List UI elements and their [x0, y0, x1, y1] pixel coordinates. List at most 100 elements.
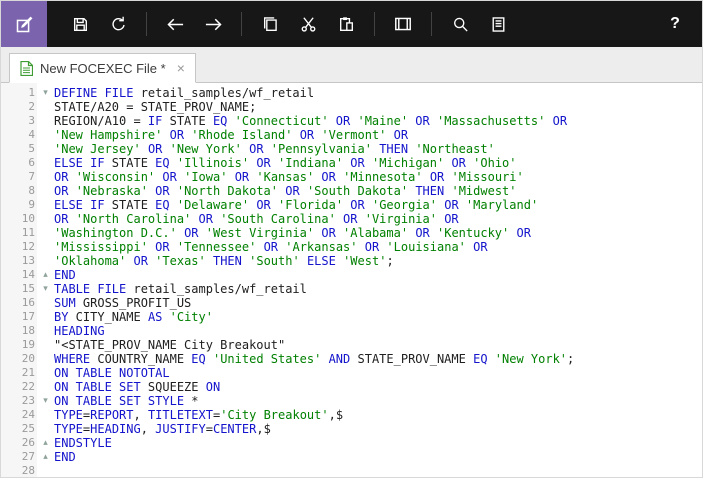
code-text: 'Mississippi' OR 'Tennessee' OR 'Arkansa… [54, 240, 702, 254]
code-line[interactable]: 26▴ENDSTYLE [1, 436, 702, 450]
code-line[interactable]: 20WHERE COUNTRY_NAME EQ 'United States' … [1, 352, 702, 366]
paste-button[interactable] [327, 1, 365, 47]
code-line[interactable]: 24TYPE=REPORT, TITLETEXT='City Breakout'… [1, 408, 702, 422]
fold-marker[interactable]: ▾ [37, 86, 54, 100]
tab-new-focexec-file[interactable]: New FOCEXEC File * × [9, 53, 196, 83]
search-button[interactable] [441, 1, 479, 47]
fold-marker-empty [37, 240, 54, 254]
fold-marker[interactable]: ▴ [37, 450, 54, 464]
code-line[interactable]: 8OR 'Nebraska' OR 'North Dakota' OR 'Sou… [1, 184, 702, 198]
code-line[interactable]: 11 'Washington D.C.' OR 'West Virginia' O… [1, 226, 702, 240]
line-number[interactable]: 19 [1, 338, 37, 352]
toolbar-separator [241, 12, 242, 36]
code-line[interactable]: 27▴END [1, 450, 702, 464]
line-number[interactable]: 23 [1, 394, 37, 408]
line-number[interactable]: 24 [1, 408, 37, 422]
code-line[interactable]: 25TYPE=HEADING, JUSTIFY=CENTER,$ [1, 422, 702, 436]
code-text: BY CITY_NAME AS 'City' [54, 310, 702, 324]
undo-button[interactable] [99, 1, 137, 47]
line-number[interactable]: 5 [1, 142, 37, 156]
code-line[interactable]: 6ELSE IF STATE EQ 'Illinois' OR 'Indiana… [1, 156, 702, 170]
line-number[interactable]: 20 [1, 352, 37, 366]
line-number[interactable]: 6 [1, 156, 37, 170]
code-line[interactable]: 18HEADING [1, 324, 702, 338]
code-line[interactable]: 4'New Hampshire' OR 'Rhode Island' OR 'V… [1, 128, 702, 142]
report-button[interactable] [479, 1, 517, 47]
line-number[interactable]: 10 [1, 212, 37, 226]
code-line[interactable]: 14▴END [1, 268, 702, 282]
line-number[interactable]: 7 [1, 170, 37, 184]
code-text: 'New Jersey' OR 'New York' OR 'Pennsylva… [54, 142, 702, 156]
fold-marker-empty [37, 226, 54, 240]
line-number[interactable]: 28 [1, 464, 37, 478]
line-number[interactable]: 15 [1, 282, 37, 296]
edit-button[interactable] [1, 1, 47, 47]
line-number[interactable]: 25 [1, 422, 37, 436]
code-line[interactable]: 21ON TABLE NOTOTAL [1, 366, 702, 380]
line-number[interactable]: 21 [1, 366, 37, 380]
code-line[interactable]: 10 OR 'North Carolina' OR 'South Carolina… [1, 212, 702, 226]
line-number[interactable]: 27 [1, 450, 37, 464]
code-line[interactable]: 1▾DEFINE FILE retail_samples/wf_retail [1, 86, 702, 100]
code-text: OR 'North Carolina' OR 'South Carolina' … [54, 212, 702, 226]
code-line[interactable]: 17 BY CITY_NAME AS 'City' [1, 310, 702, 324]
paste-icon [337, 15, 356, 34]
code-editor[interactable]: 1▾DEFINE FILE retail_samples/wf_retail2S… [1, 83, 702, 478]
fold-marker[interactable]: ▾ [37, 394, 54, 408]
code-line[interactable]: 23▾ON TABLE SET STYLE * [1, 394, 702, 408]
fold-marker[interactable]: ▾ [37, 282, 54, 296]
save-button[interactable] [61, 1, 99, 47]
fold-marker-empty [37, 310, 54, 324]
code-line[interactable]: 13'Oklahoma' OR 'Texas' THEN 'South' ELS… [1, 254, 702, 268]
line-number[interactable]: 16 [1, 296, 37, 310]
report-icon [489, 15, 508, 34]
fold-marker[interactable]: ▴ [37, 268, 54, 282]
code-text: ON TABLE SET SQUEEZE ON [54, 380, 702, 394]
back-arrow-button[interactable] [156, 1, 194, 47]
line-number[interactable]: 3 [1, 114, 37, 128]
code-line[interactable]: 9ELSE IF STATE EQ 'Delaware' OR 'Florida… [1, 198, 702, 212]
fold-marker-empty [37, 212, 54, 226]
line-number[interactable]: 11 [1, 226, 37, 240]
code-line[interactable]: 22 ON TABLE SET SQUEEZE ON [1, 380, 702, 394]
line-number[interactable]: 8 [1, 184, 37, 198]
code-line[interactable]: 28 [1, 464, 702, 478]
line-number[interactable]: 22 [1, 380, 37, 394]
code-line[interactable]: 12 'Mississippi' OR 'Tennessee' OR 'Arkan… [1, 240, 702, 254]
code-line[interactable]: 15▾TABLE FILE retail_samples/wf_retail [1, 282, 702, 296]
fold-marker-empty [37, 352, 54, 366]
code-line[interactable]: 3REGION/A10 = IF STATE EQ 'Connecticut' … [1, 114, 702, 128]
line-number[interactable]: 14 [1, 268, 37, 282]
save-icon [71, 15, 90, 34]
close-tab-icon[interactable]: × [177, 61, 185, 75]
line-number[interactable]: 2 [1, 100, 37, 114]
code-text: 'Washington D.C.' OR 'West Virginia' OR … [54, 226, 702, 240]
help-button[interactable]: ? [656, 1, 694, 47]
code-line[interactable]: 7OR 'Wisconsin' OR 'Iowa' OR 'Kansas' OR… [1, 170, 702, 184]
line-number[interactable]: 26 [1, 436, 37, 450]
code-line[interactable]: 16SUM GROSS_PROFIT_US [1, 296, 702, 310]
code-line[interactable]: 19"<STATE_PROV_NAME City Breakout" [1, 338, 702, 352]
code-line[interactable]: 2STATE/A20 = STATE_PROV_NAME; [1, 100, 702, 114]
forward-arrow-button[interactable] [194, 1, 232, 47]
undo-icon [109, 15, 128, 34]
fold-marker-empty [37, 380, 54, 394]
line-number[interactable]: 18 [1, 324, 37, 338]
fold-marker-empty [37, 254, 54, 268]
preview-button[interactable] [384, 1, 422, 47]
cut-button[interactable] [289, 1, 327, 47]
line-number[interactable]: 17 [1, 310, 37, 324]
fold-marker-empty [37, 366, 54, 380]
line-number[interactable]: 4 [1, 128, 37, 142]
app-window: ? New FOCEXEC File * × 1▾DEFINE FILE ret… [0, 0, 703, 478]
code-line[interactable]: 5 'New Jersey' OR 'New York' OR 'Pennsylv… [1, 142, 702, 156]
line-number[interactable]: 1 [1, 86, 37, 100]
copy-button[interactable] [251, 1, 289, 47]
code-text [54, 464, 702, 478]
line-number[interactable]: 12 [1, 240, 37, 254]
line-number[interactable]: 9 [1, 198, 37, 212]
fold-marker-empty [37, 296, 54, 310]
help-icon: ? [670, 15, 680, 33]
fold-marker[interactable]: ▴ [37, 436, 54, 450]
line-number[interactable]: 13 [1, 254, 37, 268]
